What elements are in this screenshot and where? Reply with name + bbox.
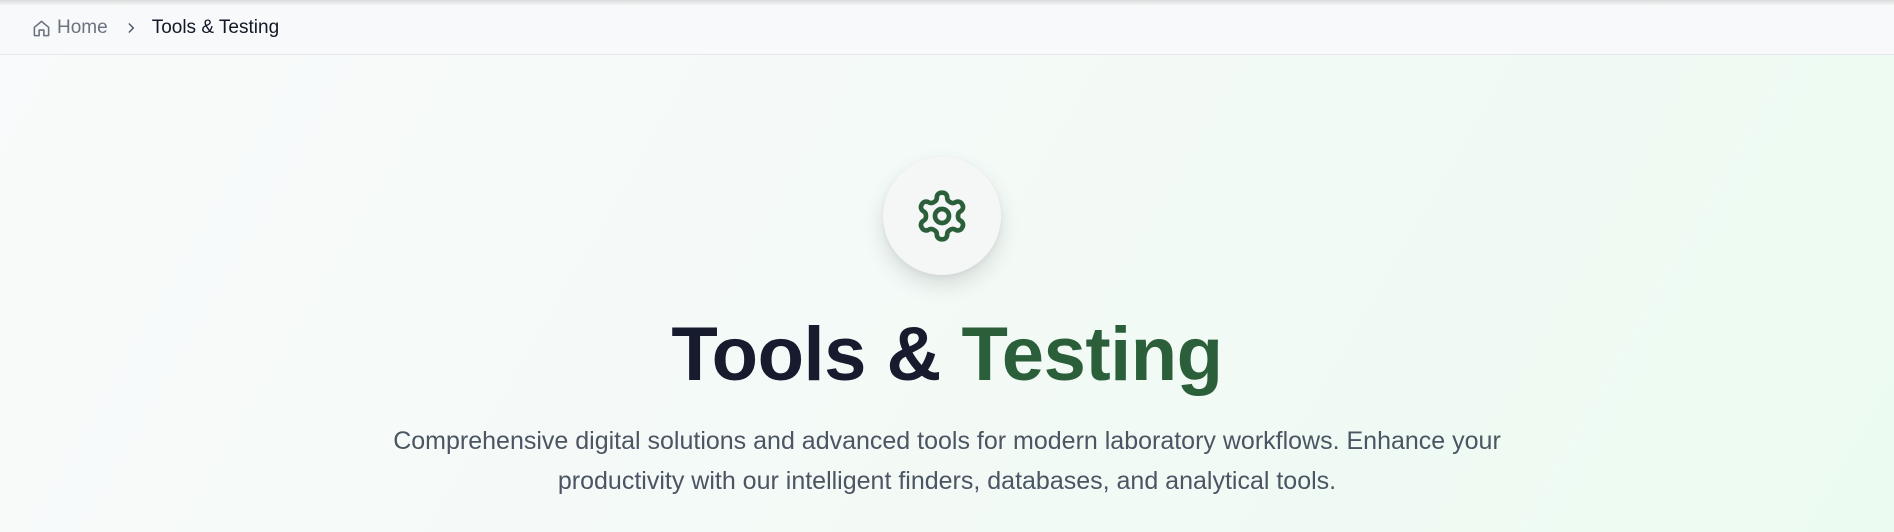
breadcrumb-home-link[interactable]: Home <box>32 17 108 39</box>
page-title-part2: Testing <box>961 312 1224 397</box>
breadcrumb: Home Tools & Testing <box>32 16 279 40</box>
page-title: Tools & Testing <box>0 310 1894 400</box>
hero-icon-badge <box>883 157 1001 275</box>
page-subtitle: Comprehensive digital solutions and adva… <box>393 427 1501 495</box>
breadcrumb-bar: Home Tools & Testing <box>0 0 1894 55</box>
chevron-right-icon <box>124 21 138 35</box>
gear-icon <box>914 188 970 244</box>
page-title-part1: Tools & <box>671 312 941 397</box>
home-icon <box>32 19 57 38</box>
breadcrumb-home-label: Home <box>57 17 108 38</box>
breadcrumb-current: Tools & Testing <box>151 17 280 38</box>
